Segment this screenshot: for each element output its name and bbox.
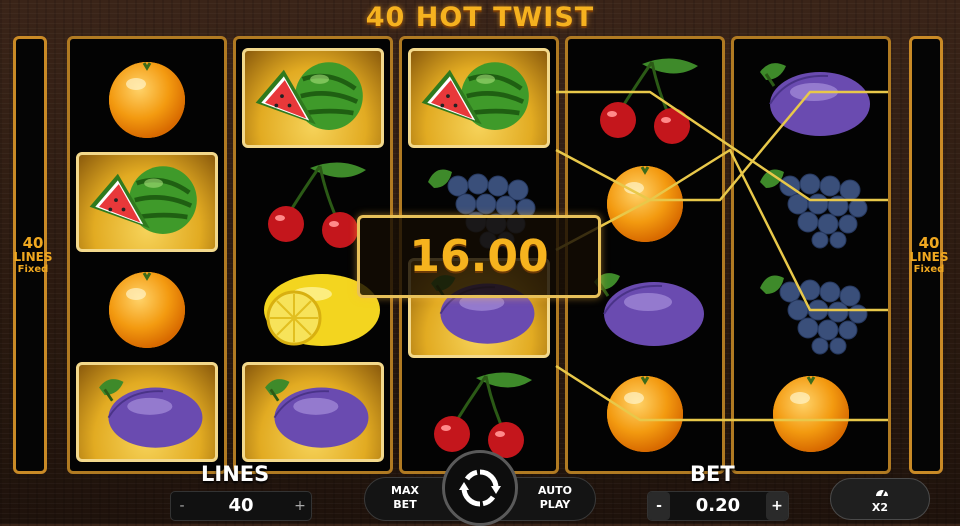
plum-symbol (740, 48, 882, 148)
spin-button[interactable] (442, 450, 518, 526)
bet-minus-button[interactable]: - (648, 492, 670, 520)
turbo-button[interactable]: X2 (830, 478, 930, 520)
fixed-label: Fixed (913, 264, 945, 275)
max-bet-button[interactable]: MAX BET (377, 484, 433, 512)
plum-symbol (76, 362, 218, 462)
max-bet-line1: MAX (391, 484, 419, 497)
refresh-icon (459, 469, 501, 507)
fixed-label: Fixed (17, 264, 49, 275)
watermelon-symbol (242, 48, 384, 148)
orange-symbol (76, 258, 218, 358)
win-amount-display: 16.00 (357, 215, 601, 298)
auto-play-line1: AUTO (538, 484, 572, 497)
auto-play-button[interactable]: AUTO PLAY (527, 484, 583, 512)
auto-play-line2: PLAY (539, 498, 571, 511)
right-lines-panel: 40 LINES Fixed (909, 36, 949, 474)
grapes-symbol (740, 258, 882, 358)
orange-symbol (740, 362, 882, 462)
lines-label: LINES (13, 250, 53, 264)
cherries-symbol (574, 48, 716, 148)
turbo-label: X2 (871, 501, 889, 514)
grapes-symbol (740, 152, 882, 252)
reel-1 (67, 36, 227, 474)
orange-symbol (76, 48, 218, 148)
cherries-symbol (408, 362, 550, 462)
watermelon-symbol (76, 152, 218, 252)
plum-symbol (242, 362, 384, 462)
reel-5 (731, 36, 891, 474)
max-bet-line2: BET (393, 498, 417, 511)
lines-stepper: - 40 + (170, 491, 312, 521)
bet-control-label: BET (690, 462, 735, 486)
bet-stepper: - 0.20 + (647, 491, 789, 521)
game-title: 40 HOT TWIST (365, 2, 595, 33)
bet-value: 0.20 (695, 495, 741, 516)
bet-plus-button[interactable]: + (766, 492, 788, 520)
lines-label: LINES (909, 250, 949, 264)
lines-control-label: LINES (201, 462, 270, 486)
lines-value: 40 (228, 495, 254, 516)
turbo-icon (876, 489, 888, 497)
left-lines-panel: 40 LINES Fixed (13, 36, 53, 474)
lines-minus-button[interactable]: - (171, 492, 193, 520)
orange-symbol (574, 362, 716, 462)
watermelon-symbol (408, 48, 550, 148)
lines-plus-button[interactable]: + (289, 492, 311, 520)
